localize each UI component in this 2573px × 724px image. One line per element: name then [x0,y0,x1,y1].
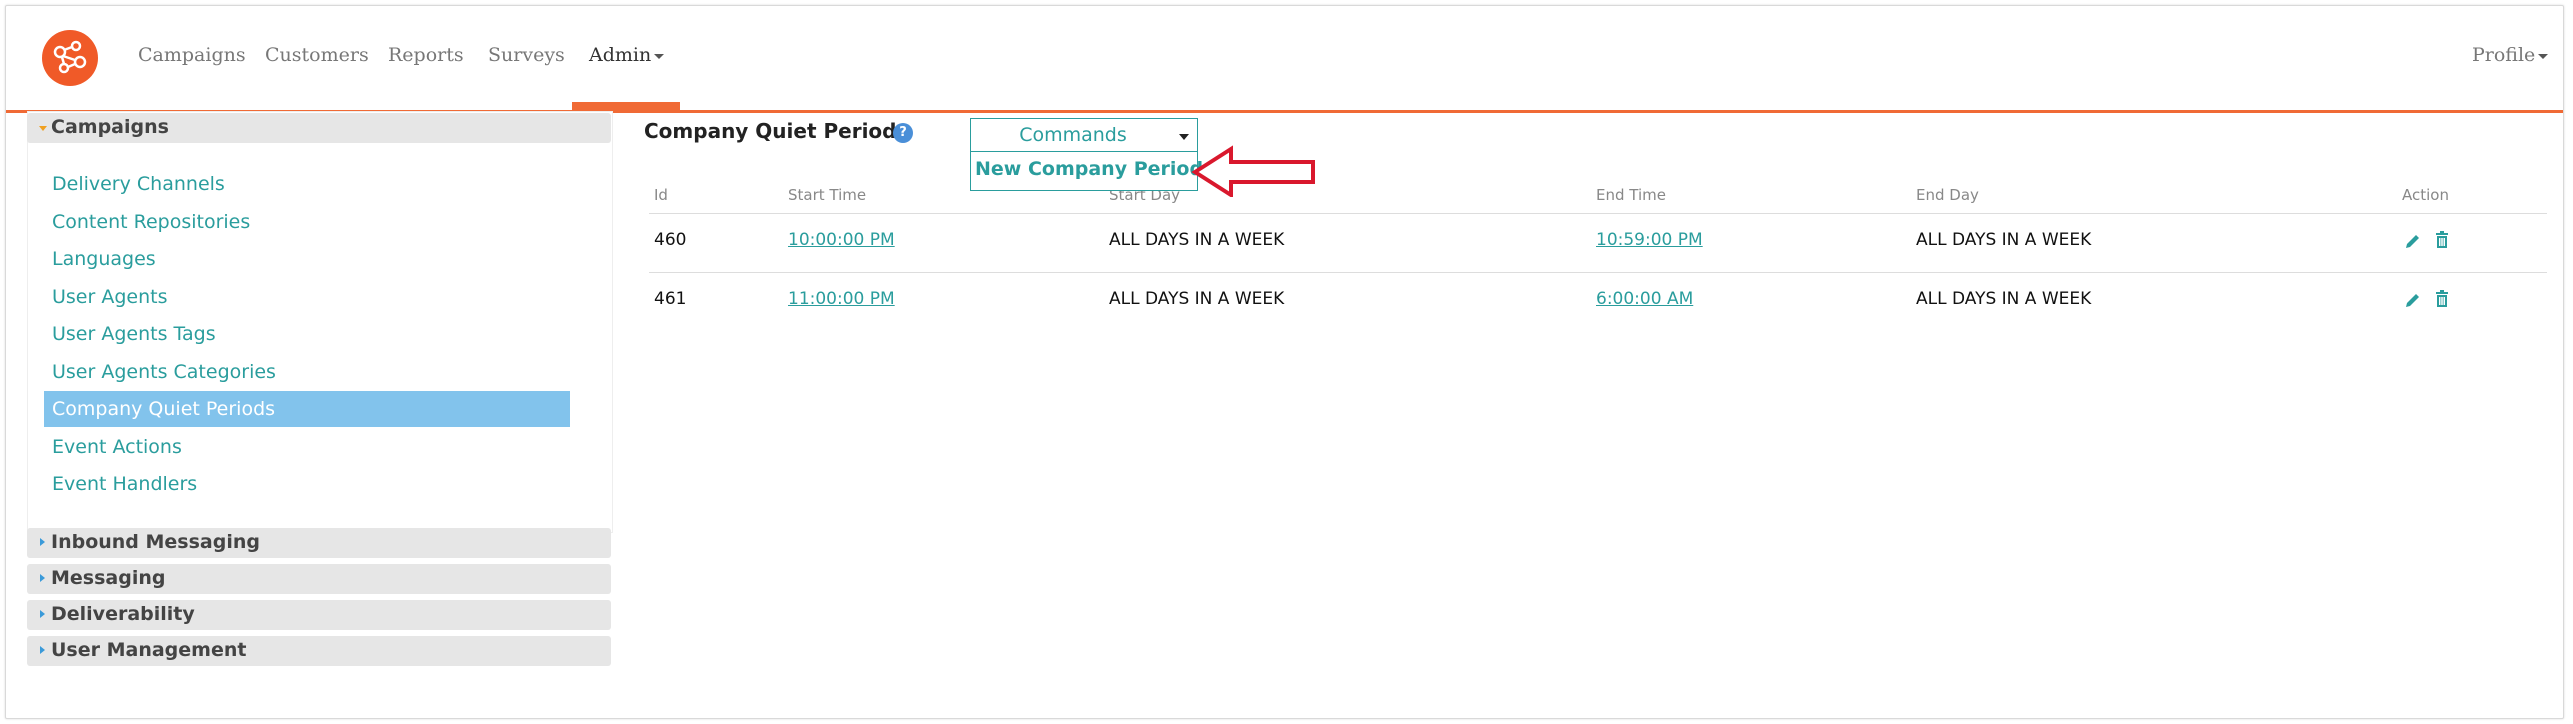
sidebar-item-user-agents[interactable]: User Agents [44,279,570,315]
row-divider [649,272,2547,273]
accordion-campaigns[interactable]: Campaigns [27,113,611,143]
sidebar-item-company-quiet-periods[interactable]: Company Quiet Periods [44,391,570,427]
accordion-user-management[interactable]: User Management [27,636,611,666]
nav-customers[interactable]: Customers [265,44,369,66]
help-icon[interactable]: ? [893,123,913,143]
sidebar-item-user-agents-categories[interactable]: User Agents Categories [44,354,570,390]
cell-id: 461 [654,289,687,309]
caret-right-icon [40,574,45,582]
app-frame: Campaigns Customers Reports Surveys Admi… [5,5,2564,719]
cell-start-day: ALL DAYS IN A WEEK [1109,230,1285,250]
accordion-label: Deliverability [51,603,195,625]
col-header-start-time[interactable]: Start Time [788,186,866,204]
accordion-label: User Management [51,639,247,661]
cell-end-day: ALL DAYS IN A WEEK [1916,230,2092,250]
sidebar-item-user-agents-tags[interactable]: User Agents Tags [44,316,570,352]
accordion-campaigns-label: Campaigns [51,116,169,138]
nav-reports[interactable]: Reports [388,44,464,66]
commands-menu: New Company Period [970,152,1203,191]
caret-down-icon [39,126,47,131]
col-header-end-day[interactable]: End Day [1916,186,1979,204]
accordion-label: Inbound Messaging [51,531,260,553]
caret-right-icon [40,610,45,618]
sidebar-item-event-handlers[interactable]: Event Handlers [44,466,570,502]
sidebar-item-event-actions[interactable]: Event Actions [44,429,570,465]
col-header-id[interactable]: Id [654,186,668,204]
delete-trash-icon[interactable] [2432,289,2452,309]
cell-start-time-link[interactable]: 10:00:00 PM [788,230,895,250]
cell-start-day: ALL DAYS IN A WEEK [1109,289,1285,309]
cell-end-time-link[interactable]: 6:00:00 AM [1596,289,1693,309]
chevron-down-icon [654,53,665,59]
accordion-messaging[interactable]: Messaging [27,564,611,594]
cell-end-day: ALL DAYS IN A WEEK [1916,289,2092,309]
nav-profile-label: Profile [2472,44,2536,66]
edit-pencil-icon[interactable] [2403,290,2423,310]
nav-profile[interactable]: Profile [2472,44,2549,66]
caret-right-icon [40,538,45,546]
annotation-arrow-icon [1191,145,1315,197]
cell-id: 460 [654,230,687,250]
network-logo-icon [53,40,87,74]
nav-admin-label: Admin [589,44,652,66]
caret-right-icon [40,646,45,654]
commands-dropdown[interactable]: Commands [970,118,1198,152]
cell-end-time-link[interactable]: 10:59:00 PM [1596,230,1703,250]
delete-trash-icon[interactable] [2432,230,2452,250]
edit-pencil-icon[interactable] [2403,231,2423,251]
active-nav-indicator [572,102,680,110]
top-navbar: Campaigns Customers Reports Surveys Admi… [6,6,2563,113]
sidebar-item-content-repositories[interactable]: Content Repositories [44,204,570,240]
commands-label: Commands [1019,124,1127,146]
nav-admin[interactable]: Admin [589,44,665,66]
chevron-down-icon [2538,53,2549,59]
col-header-end-time[interactable]: End Time [1596,186,1666,204]
sidebar-item-languages[interactable]: Languages [44,241,570,277]
accordion-deliverability[interactable]: Deliverability [27,600,611,630]
app-logo[interactable] [42,30,98,86]
accordion-inbound-messaging[interactable]: Inbound Messaging [27,528,611,558]
nav-campaigns[interactable]: Campaigns [138,44,246,66]
nav-surveys[interactable]: Surveys [488,44,565,66]
table-divider [649,213,2547,214]
chevron-down-icon [1179,134,1189,140]
page-title: Company Quiet Periods [644,119,909,143]
cell-start-time-link[interactable]: 11:00:00 PM [788,289,895,309]
menu-item-new-company-period[interactable]: New Company Period [975,158,1203,180]
col-header-action: Action [2402,186,2449,204]
accordion-label: Messaging [51,567,166,589]
sidebar-item-delivery-channels[interactable]: Delivery Channels [44,166,570,202]
